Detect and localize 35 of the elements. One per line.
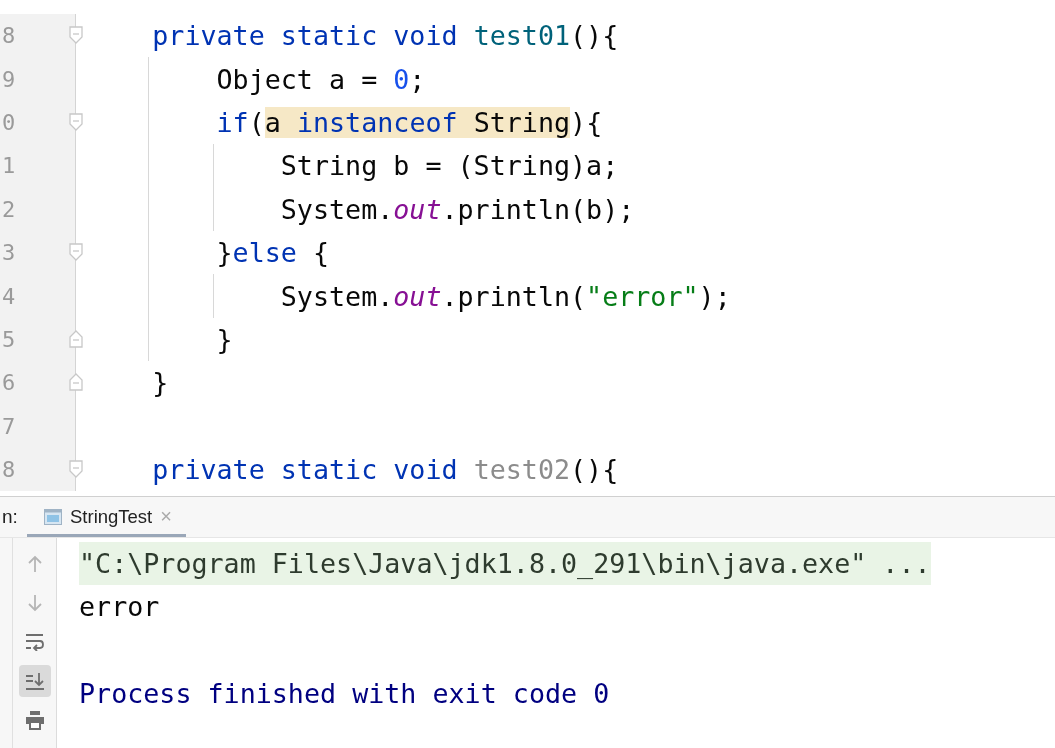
fold-icon[interactable] <box>69 329 83 348</box>
line-number: 5 <box>2 326 16 352</box>
code-line: if(a instanceof String){ <box>215 106 603 138</box>
code-line: System.out.println(b); <box>279 193 635 225</box>
fold-icon[interactable] <box>69 373 83 392</box>
window-icon <box>44 508 62 525</box>
code-line: private static void test02(){ <box>151 454 619 486</box>
line-number: 4 <box>2 283 16 309</box>
line-number: 2 <box>2 196 16 222</box>
code-line: String b = (String)a; <box>279 150 619 182</box>
line-number: 7 <box>2 413 16 439</box>
code-line: }else { <box>215 237 330 269</box>
run-label: n: <box>2 506 19 528</box>
line-number: 3 <box>2 240 16 266</box>
line-number: 0 <box>2 109 16 135</box>
fold-icon[interactable] <box>69 26 83 44</box>
code-line: } <box>215 323 233 355</box>
fold-icon[interactable] <box>69 112 83 131</box>
fold-icon[interactable] <box>69 242 83 261</box>
fold-icon[interactable] <box>69 459 83 478</box>
line-number: 6 <box>2 370 16 396</box>
scroll-to-end-icon[interactable] <box>24 671 45 691</box>
console-line: error <box>79 590 160 625</box>
line-number: 8 <box>2 457 16 483</box>
code-line: Object a = 0; <box>215 63 426 95</box>
print-icon[interactable] <box>24 710 45 730</box>
code-line: } <box>151 367 169 399</box>
code-line: System.out.println("error"); <box>279 280 731 312</box>
run-tab[interactable]: StringTest × <box>27 499 186 537</box>
line-number: 1 <box>2 153 16 179</box>
soft-wrap-icon[interactable] <box>24 633 45 651</box>
line-number: 8 <box>2 23 16 49</box>
code-line: private static void test01(){ <box>151 20 619 52</box>
console-line: Process finished with exit code 0 <box>79 677 610 712</box>
line-number: 9 <box>2 66 16 92</box>
